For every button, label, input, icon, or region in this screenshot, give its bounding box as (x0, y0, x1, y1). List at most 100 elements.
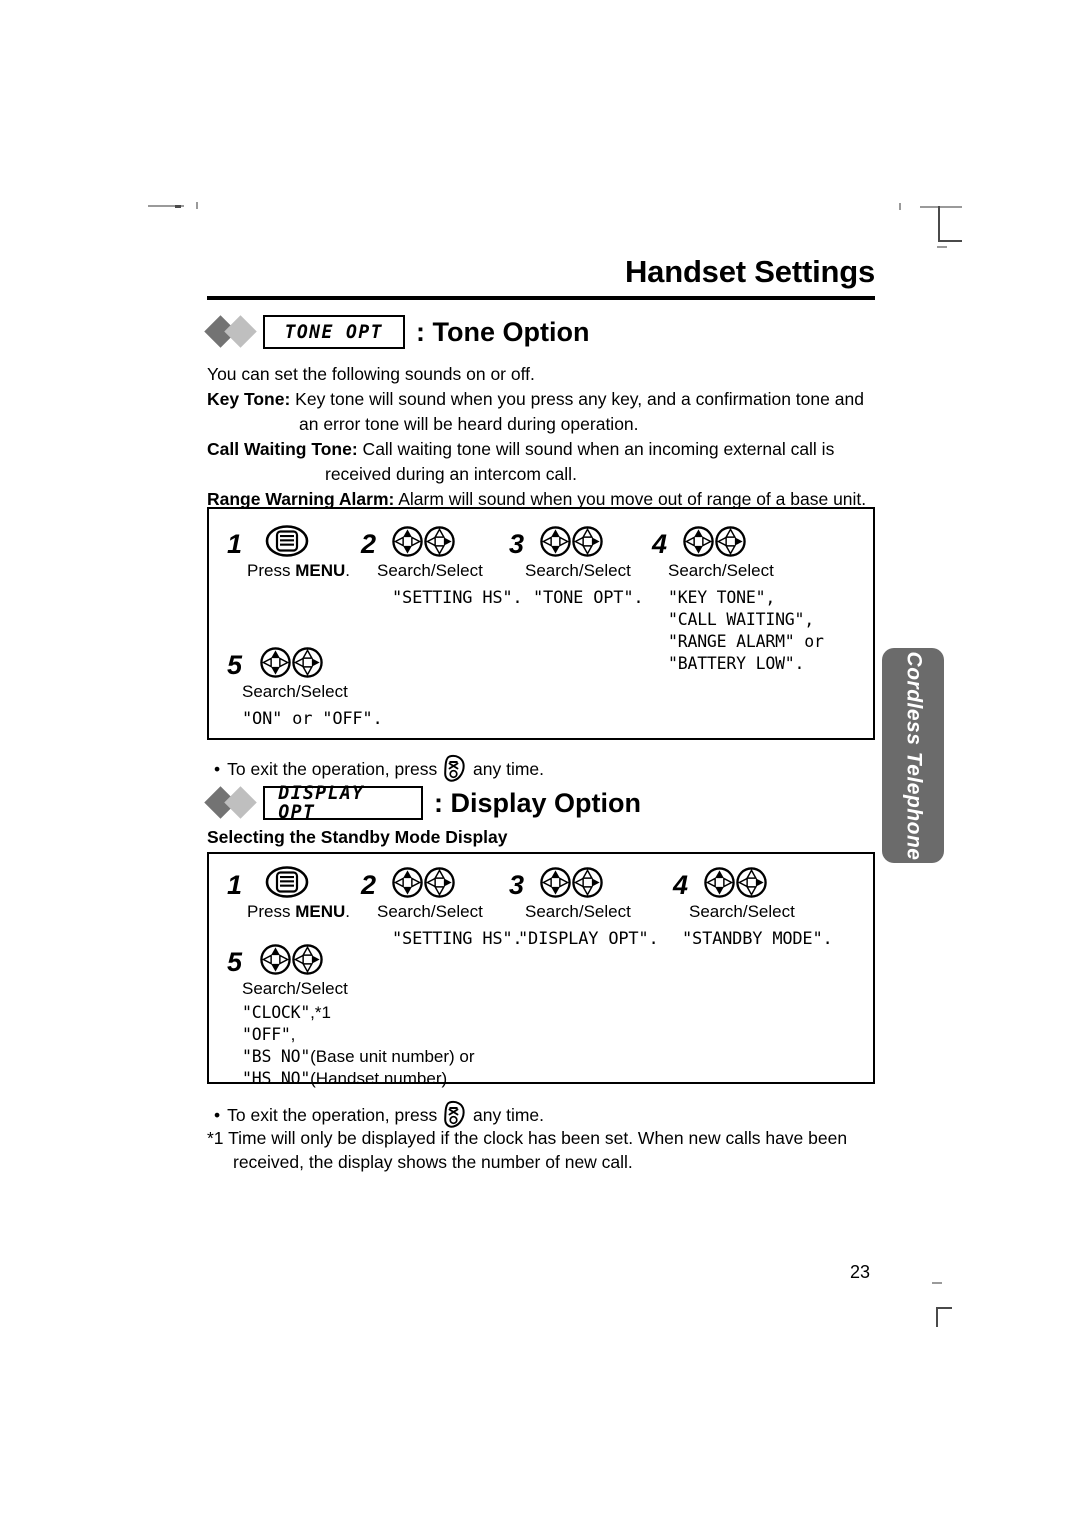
standby-choice-note: (Base unit number) or (310, 1047, 475, 1066)
navigator-key-glyph-up-down (260, 944, 291, 975)
step-label: Press MENU. (247, 901, 350, 922)
step-number: 3 (509, 529, 525, 559)
definition-term: Call Waiting Tone: (207, 439, 358, 459)
step-label: Search/Select (525, 561, 631, 580)
footnote-line-2: received, the display shows the number o… (233, 1152, 633, 1172)
step-value: "DISPLAY OPT". (518, 929, 659, 949)
step-values: "SETTING HS". (392, 928, 523, 950)
navigator-key-icon[interactable] (391, 525, 456, 558)
section-title-tone-option: : Tone Option (416, 316, 590, 347)
step-value: "RANGE ALARM" or (668, 632, 824, 651)
definition-term: Range Warning Alarm: (207, 489, 395, 509)
navigator-key-icon[interactable] (682, 525, 747, 558)
step-label: Search/Select (525, 902, 631, 921)
definition-term: Key Tone: (207, 389, 291, 409)
navigator-key-glyph-up-down (392, 867, 423, 898)
exit-note-text-post: any time. (473, 759, 545, 779)
step-label: Search/Select (377, 902, 483, 921)
step-label-post: . (345, 902, 350, 921)
step-values-standby-choices: "CLOCK",*1 "OFF", "BS NO"(Base unit numb… (242, 1002, 475, 1090)
bullet-icon: • (214, 759, 221, 779)
navigator-key-glyph-right (292, 944, 323, 975)
section-bullet-diamonds (204, 786, 263, 819)
navigator-key-glyph-right (736, 867, 767, 898)
crop-mark-bottom-right-h (932, 1282, 942, 1284)
navigator-key-icon[interactable] (259, 943, 324, 976)
navigator-key-icon[interactable] (391, 866, 456, 899)
crop-mark-top-right-h (920, 206, 962, 208)
standby-choice-note: , (290, 1025, 296, 1044)
display-option-steps-box: 1 Press MENU. 2 Search/Select "SETTING H… (207, 852, 875, 1088)
crop-mark-bottom-right-h2 (936, 1307, 952, 1309)
navigator-key-icon[interactable] (539, 525, 604, 558)
step-value: "KEY TONE", (668, 588, 776, 607)
standby-choice-code: "BS NO" (242, 1047, 311, 1066)
definition-call-waiting-cont: received during an intercom call. (325, 464, 577, 484)
step-label-post: . (345, 561, 350, 580)
section-title-display-option: : Display Option (434, 787, 642, 818)
power-off-key-icon[interactable] (442, 1099, 468, 1129)
exit-note-tone-option: • To exit the operation, press any time. (214, 753, 544, 783)
standby-choice-note: ,*1 (310, 1003, 331, 1022)
crop-mark-top-right-h3 (937, 246, 947, 248)
crop-mark-top-right-dot (899, 203, 901, 210)
menu-key-icon[interactable] (265, 865, 309, 899)
step-value: "ON" or "OFF". (242, 709, 383, 729)
crop-mark-top-left-tick (175, 205, 181, 208)
power-off-key-icon[interactable] (442, 753, 468, 783)
step-number: 1 (227, 870, 243, 900)
side-tab-label: Cordless Telephone (902, 651, 925, 860)
standby-choice-note: (Handset number). (310, 1069, 452, 1088)
crop-mark-bottom-right-v (936, 1307, 938, 1327)
step-number: 5 (227, 650, 243, 680)
step-value: "BATTERY LOW". (668, 654, 805, 673)
definition-text: Alarm will sound when you move out of ra… (394, 489, 867, 509)
menu-key-glyph (265, 525, 309, 557)
section-heading-tone-option: TONE OPT : Tone Option (204, 312, 590, 352)
manual-page: Handset Settings TONE OPT : Tone Option … (0, 0, 1080, 1528)
step-values: "STANDBY MODE". (682, 928, 833, 950)
step-values: "DISPLAY OPT". (518, 928, 659, 950)
crop-mark-top-right-h2 (938, 240, 962, 242)
step-value: "SETTING HS". (392, 588, 523, 608)
step-label: Search/Select (689, 902, 795, 921)
footnote-line-1: Time will only be displayed if the clock… (228, 1128, 848, 1148)
navigator-key-icon[interactable] (259, 646, 324, 679)
step-label-pre: Press (247, 902, 296, 921)
step-value: "SETTING HS". (392, 929, 523, 949)
definition-call-waiting-tone: Call Waiting Tone: Call waiting tone wil… (207, 437, 877, 462)
navigator-key-glyph-up-down (260, 647, 291, 678)
menu-key-icon[interactable] (265, 524, 309, 558)
step-number: 4 (673, 870, 689, 900)
subheading-standby-mode-display: Selecting the Standby Mode Display (207, 827, 508, 847)
navigator-key-glyph-up-down (392, 526, 423, 557)
footnote-1: *1 Time will only be displayed if the cl… (207, 1126, 887, 1174)
lcd-chip-display-opt: DISPLAY OPT (263, 784, 423, 822)
crop-mark-top-left-dot (196, 202, 198, 209)
step-number: 4 (652, 529, 668, 559)
diamond-light-icon (224, 786, 257, 819)
definition-text: Call waiting tone will sound when an inc… (357, 439, 835, 459)
step-number: 2 (361, 529, 377, 559)
standby-choice-off: "OFF", (242, 1024, 475, 1046)
standby-choice-code: "HS NO" (242, 1069, 311, 1088)
navigator-key-glyph-right (715, 526, 746, 557)
standby-choice-code: "OFF" (242, 1025, 291, 1044)
navigator-key-glyph-up-down (540, 526, 571, 557)
step-label-pre: Press (247, 561, 296, 580)
navigator-key-icon[interactable] (703, 866, 768, 899)
step-values: "ON" or "OFF". (242, 708, 383, 730)
header-divider (207, 296, 875, 300)
diamond-light-icon (224, 315, 257, 348)
step-values: "TONE OPT". (533, 587, 644, 609)
step-value: "STANDBY MODE". (682, 929, 833, 949)
navigator-key-glyph-right (424, 526, 455, 557)
step-value: "TONE OPT". (533, 588, 644, 608)
footnote-marker: *1 (207, 1128, 224, 1148)
step-label: Search/Select (668, 561, 774, 580)
step-label: Search/Select (377, 561, 483, 580)
navigator-key-glyph-right (292, 647, 323, 678)
standby-choice-code: "CLOCK" (242, 1003, 311, 1022)
navigator-key-icon[interactable] (539, 866, 604, 899)
navigator-key-glyph-right (424, 867, 455, 898)
